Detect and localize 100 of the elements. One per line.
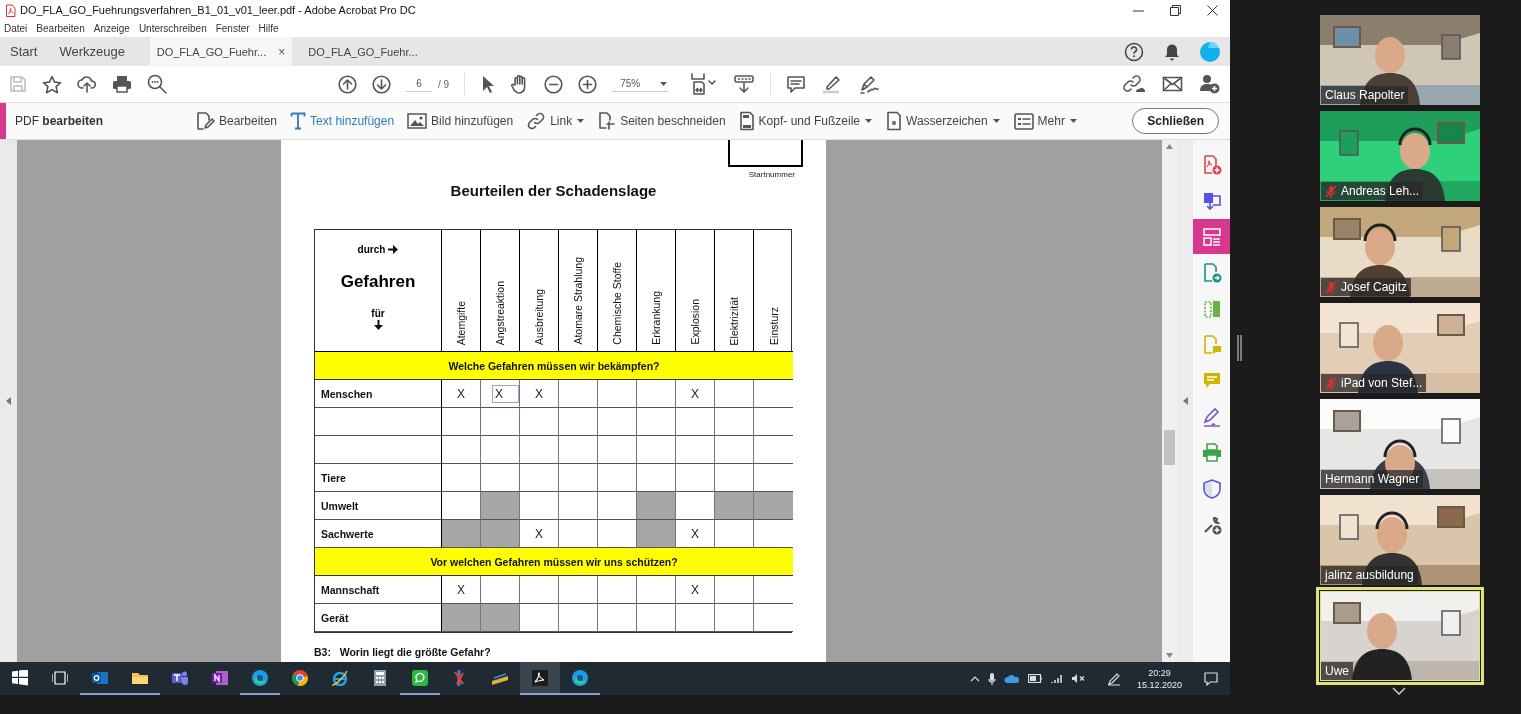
cloud-upload-icon[interactable] (77, 75, 97, 93)
caret-icon (659, 80, 669, 87)
mail-icon[interactable] (1162, 76, 1183, 92)
tab[interactable]: Werkzeuge (48, 37, 136, 66)
help-icon[interactable] (1124, 41, 1144, 62)
menu-item[interactable]: Unterschreiben (138, 22, 207, 34)
menu-item[interactable]: Hilfe (258, 22, 279, 34)
edit-icon (195, 111, 215, 131)
fit-page-icon[interactable] (690, 73, 719, 95)
tool-button[interactable]: Bild hinzufügen (407, 113, 514, 129)
bell-icon[interactable] (1164, 42, 1180, 61)
collapse-icon[interactable] (1182, 397, 1188, 405)
star-icon[interactable] (42, 74, 62, 94)
table-cell: X (676, 520, 715, 548)
zoom-field[interactable]: 75% (612, 76, 669, 92)
participant-name: jalinz ausbildung (1325, 568, 1414, 582)
tool-button[interactable]: Link (526, 111, 586, 131)
video-tile[interactable]: Andreas Leh... (1320, 111, 1480, 201)
menu-item[interactable]: Fenster (215, 22, 250, 34)
scrollbar-thumb[interactable] (1164, 430, 1175, 465)
taskbar-button[interactable] (520, 662, 560, 695)
calculator-icon (372, 669, 388, 686)
participant-name: Claus Rapolter (1325, 88, 1405, 102)
expand-left-icon[interactable] (6, 397, 11, 405)
menu-item[interactable]: Bearbeiten (36, 22, 85, 34)
scroll-down-icon[interactable] (1166, 653, 1173, 658)
signature-pen-icon[interactable] (858, 74, 881, 94)
tool-button[interactable]: Seiten beschneiden (598, 111, 726, 131)
battery-icon[interactable] (1027, 674, 1043, 683)
sign-icon[interactable] (1201, 406, 1222, 427)
video-tile[interactable]: Josef Cagitz (1320, 207, 1480, 297)
pointer-icon[interactable] (481, 74, 496, 94)
muted-speaker-icon[interactable] (1070, 673, 1085, 684)
tool-button[interactable]: Bearbeiten (195, 111, 278, 131)
export-pdf-icon[interactable] (1201, 190, 1222, 211)
chevron-down-icon[interactable] (1392, 687, 1406, 695)
scroll-up-icon[interactable] (1166, 144, 1173, 149)
cloud-icon[interactable] (1003, 673, 1020, 684)
shield-icon[interactable] (1201, 478, 1222, 499)
tab[interactable]: Start (0, 37, 49, 66)
restore-button[interactable] (1170, 4, 1181, 16)
arrow-down-icon[interactable] (372, 74, 391, 94)
tab[interactable]: DO_FLA_GO_Fuehr... (292, 37, 434, 66)
video-tile[interactable]: Hermann Wagner (1320, 399, 1480, 489)
search-icon[interactable] (147, 74, 167, 94)
video-tile[interactable]: Claus Rapolter (1320, 15, 1480, 105)
zoom-out-icon[interactable] (544, 74, 564, 94)
create-pdf-icon[interactable] (1201, 154, 1222, 175)
comment-icon[interactable] (786, 74, 807, 94)
menu-item[interactable]: Datei (4, 22, 28, 34)
send-file-icon[interactable] (1201, 262, 1222, 283)
add-user-icon[interactable] (1199, 74, 1220, 94)
signal-icon[interactable] (1050, 673, 1063, 684)
participant-name: Josef Cagitz (1341, 280, 1408, 294)
link-share-icon[interactable] (1122, 74, 1146, 94)
section-heading: Welche Gefahren müssen wir bekämpfen? (448, 359, 660, 372)
panel-title: PDF bearbeiten (15, 114, 105, 128)
scroll-mode-icon[interactable] (733, 74, 756, 94)
column-header: Atemgifte (455, 300, 467, 345)
image-icon (407, 113, 428, 129)
column-header: Angstreaktion (494, 280, 506, 345)
close-button[interactable]: Schließen (1132, 108, 1219, 134)
tool-button[interactable]: Mehr (1013, 112, 1078, 130)
tool-button[interactable]: Text hinzufügen (290, 112, 395, 130)
layout-icon[interactable] (1201, 226, 1222, 247)
microphone-icon[interactable] (987, 671, 996, 686)
zoom-in-icon[interactable] (578, 74, 598, 94)
page-icon (738, 111, 755, 131)
selected-tool[interactable] (1193, 219, 1230, 254)
tool-button[interactable]: Wasserzeichen (886, 111, 1001, 131)
close-button[interactable] (1207, 4, 1218, 16)
pdf-app-icon (532, 669, 548, 686)
page-number-field[interactable]: 6 (406, 76, 432, 92)
video-tile[interactable]: iPad von Stef... (1320, 303, 1480, 393)
mail-app-icon (92, 669, 108, 686)
close-tab-button[interactable]: × (278, 44, 286, 59)
accent-bar (0, 103, 6, 139)
table-cell: X (520, 380, 559, 408)
resize-handle-icon[interactable] (1237, 335, 1242, 361)
print-production-icon[interactable] (1201, 442, 1222, 463)
arrow-up-icon[interactable] (338, 74, 357, 94)
chevron-up-icon[interactable] (969, 675, 980, 682)
text-edit-field[interactable]: X (492, 384, 519, 403)
notification-icon[interactable] (1204, 671, 1218, 686)
tab[interactable]: DO_FLA_GO_Fuehr... × (150, 37, 292, 66)
printer-icon[interactable] (112, 75, 132, 93)
notebook-app-icon (212, 669, 228, 686)
tool-button[interactable]: Kopf- und Fußzeile (738, 111, 873, 131)
pen-icon[interactable] (1106, 671, 1121, 686)
people-app-icon (172, 669, 188, 686)
menu-item[interactable]: Anzeige (93, 22, 130, 34)
link-icon (526, 111, 547, 131)
column-header: Einsturz (767, 307, 780, 345)
video-tile[interactable]: jalinz ausbildung (1320, 495, 1480, 585)
column-header: Ausbreitung (533, 288, 545, 345)
crop-page-icon (598, 111, 617, 131)
header-text: Gefahren (340, 272, 416, 292)
column-header: Atomare Strahlung (572, 257, 584, 345)
video-tile[interactable]: Uwe (1320, 591, 1480, 681)
pdf-file-icon (5, 3, 16, 17)
